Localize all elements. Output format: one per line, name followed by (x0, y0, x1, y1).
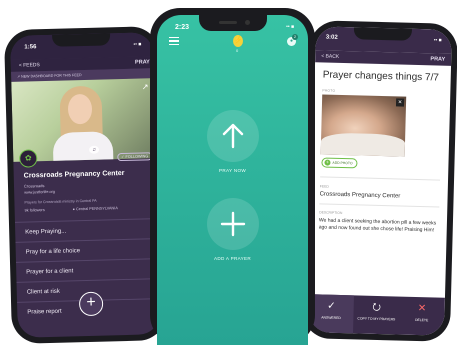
following-button[interactable]: ✓ FOLLOWING (117, 152, 153, 162)
feed-description: Prayers for Crossroads ministry in Centr… (24, 198, 97, 205)
delete-button[interactable]: ✕ DELETE (399, 297, 445, 336)
status-time: 2:23 (175, 24, 190, 31)
home-screen: 2:23 •• ■ ⚡ 0 ● 2 PRAY NOW ADD A PRAYER (157, 15, 308, 345)
check-icon: ✓ (327, 300, 336, 312)
back-button[interactable]: < FEEDS (19, 62, 40, 69)
feed-subtitle: Crossroads (23, 183, 45, 189)
feed-cover-photo: ↗ ♫ (11, 78, 157, 162)
signal-icons: •• ■ (286, 24, 294, 30)
plus-icon: + (324, 159, 331, 166)
add-prayer-button[interactable] (207, 198, 259, 250)
add-prayer-label: ADD A PRAYER (214, 256, 251, 261)
feed-title: Crossroads Pregnancy Center (23, 169, 125, 180)
feed-location: ● Central PENNSYLVANIA (72, 206, 118, 212)
banner-text: NEW DASHBOARD FOR THIS FEED (21, 73, 82, 79)
feed-value: Crossroads Pregnancy Center (319, 191, 401, 200)
center-phone: 2:23 •• ■ ⚡ 0 ● 2 PRAY NOW ADD A PRAYER (150, 8, 315, 345)
back-button[interactable]: < BACK (321, 53, 339, 59)
remove-photo-icon[interactable]: ✕ (395, 98, 405, 107)
description-label: DESCRIPTION (319, 210, 343, 216)
notification-badge: 2 (292, 34, 298, 40)
hamburger-menu-icon[interactable] (169, 37, 179, 45)
signal-icons: •• ■ (433, 37, 442, 44)
prayer-photo: ✕ (320, 94, 407, 157)
prayer-title: Prayer changes things 7/7 (322, 69, 440, 84)
close-icon: ✕ (417, 303, 427, 315)
expand-icon[interactable]: ↗ (142, 82, 149, 91)
bolt-icon[interactable]: ⚡ (233, 35, 243, 47)
add-photo-button[interactable]: + ADD PHOTO (321, 157, 358, 169)
feed-screen: 1:56 •• ■ < FEEDS PRAY ↗ NEW DASHBOARD F… (10, 32, 161, 338)
pray-now-button[interactable] (207, 110, 259, 162)
nav-bar: < BACK PRAY (315, 50, 452, 66)
photo-label: PHOTO (322, 88, 336, 93)
signal-icons: •• ■ (133, 41, 142, 48)
copy-to-my-prayers-button[interactable]: ⭮ COPY TO MY PRAYERS (353, 295, 399, 334)
left-phone: 1:56 •• ■ < FEEDS PRAY ↗ NEW DASHBOARD F… (3, 26, 168, 344)
notch (353, 27, 412, 41)
camera-icon (245, 20, 250, 25)
feed-logo: ✿ (19, 149, 38, 168)
feed-label: FEED (319, 184, 329, 189)
copy-icon: ⭮ (372, 301, 382, 314)
prayer-description: We had a client seeking the abortion pil… (318, 217, 437, 234)
plus-icon (220, 211, 246, 237)
trend-icon: ↗ (17, 74, 21, 79)
prayer-action-bar: ✓ ANSWERED ⭮ COPY TO MY PRAYERS ✕ DELETE (308, 294, 445, 336)
right-phone: 3:02 •• ■ < BACK PRAY Prayer changes thi… (301, 20, 457, 342)
pray-button[interactable]: PRAY (135, 59, 150, 65)
followers-count: 9k followers (24, 208, 45, 213)
divider (320, 176, 441, 181)
feed-url[interactable]: www.justforlife.org (24, 190, 55, 195)
pray-button[interactable]: PRAY (430, 56, 445, 62)
status-time: 1:56 (24, 44, 37, 51)
bolt-count: 0 (236, 48, 239, 53)
notch (199, 15, 267, 31)
notch (52, 33, 111, 47)
prayer-detail-screen: 3:02 •• ■ < BACK PRAY Prayer changes thi… (308, 26, 452, 336)
status-time: 3:02 (325, 34, 338, 41)
pray-now-label: PRAY NOW (219, 168, 246, 173)
divider (319, 203, 440, 208)
arrow-up-icon (222, 123, 244, 149)
